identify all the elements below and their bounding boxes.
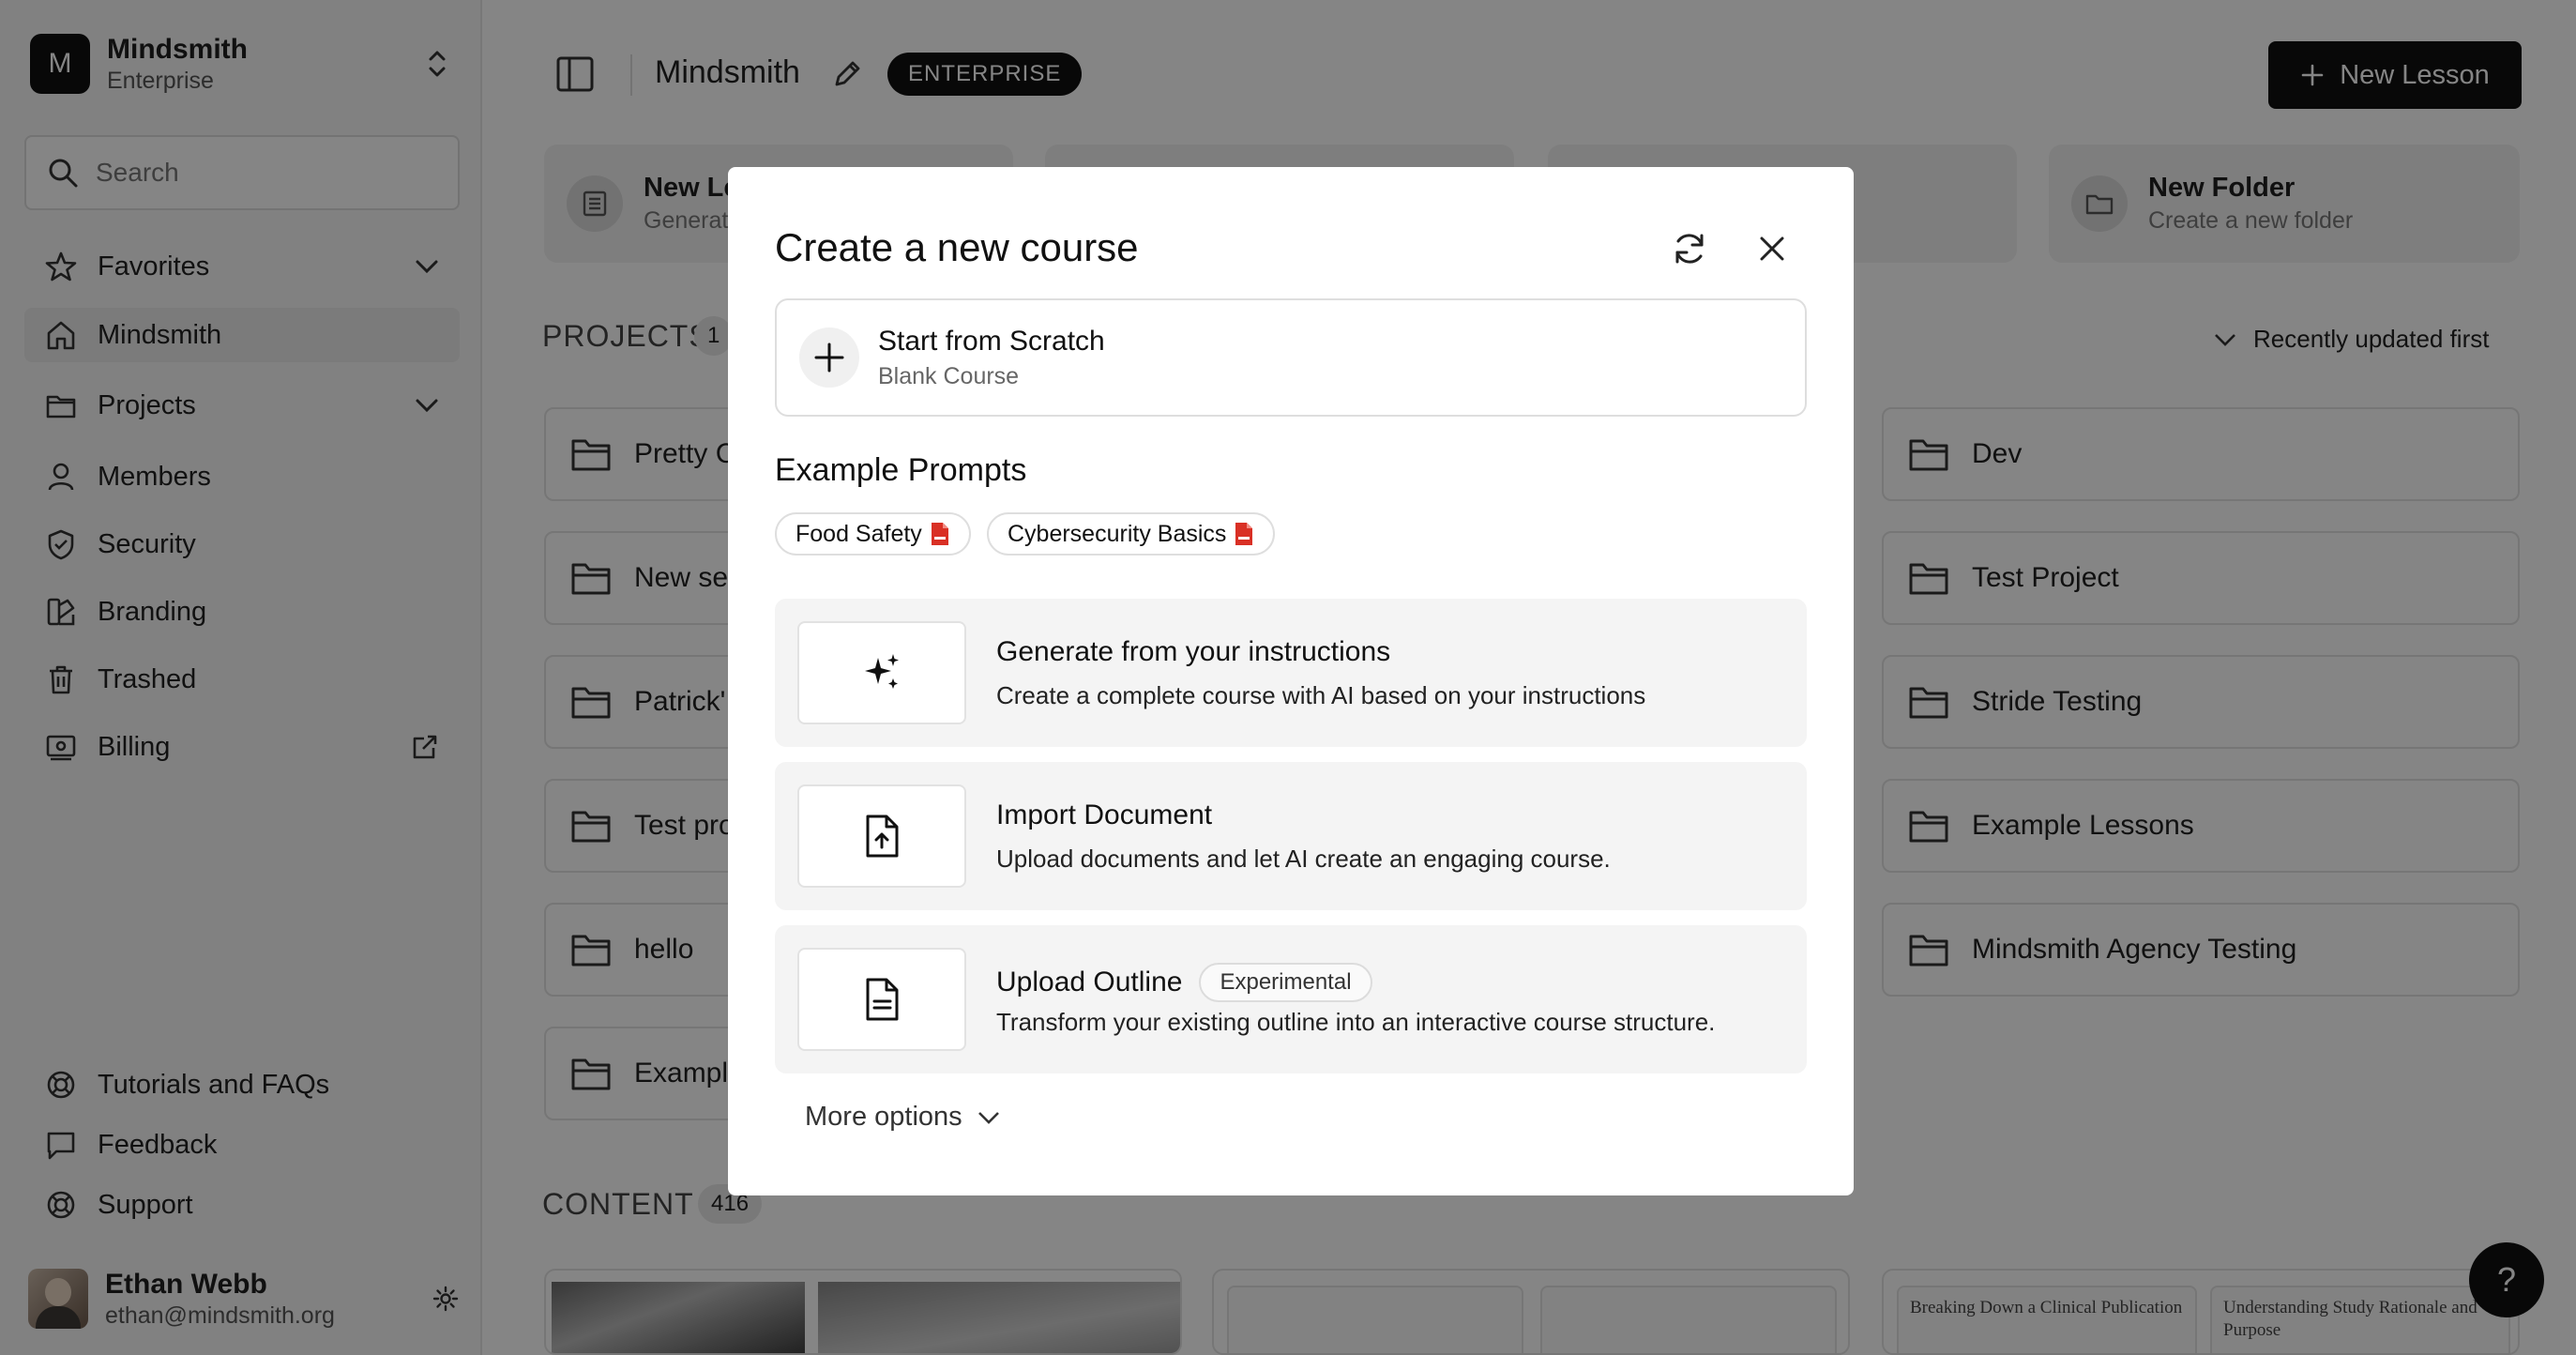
close-button[interactable]	[1750, 227, 1794, 270]
import-document-option[interactable]: Import Document Upload documents and let…	[775, 762, 1807, 910]
refresh-button[interactable]	[1668, 227, 1711, 270]
refresh-icon	[1675, 234, 1704, 264]
sparkles-icon	[865, 654, 899, 689]
option-title: Upload Outline Experimental	[996, 963, 1372, 1002]
scratch-subtitle: Blank Course	[878, 362, 1020, 389]
example-chip-food-safety[interactable]: Food Safety	[775, 512, 971, 556]
chevron-down-icon	[977, 1111, 999, 1124]
generate-from-instructions-option[interactable]: Generate from your instructions Create a…	[775, 599, 1807, 747]
option-title: Import Document	[996, 799, 1213, 830]
start-from-scratch-button[interactable]: Start from Scratch Blank Course	[775, 298, 1807, 417]
dialog-title: Create a new course	[775, 225, 1139, 269]
more-options-toggle[interactable]: More options	[805, 1102, 1000, 1133]
option-title: Generate from your instructions	[996, 636, 1391, 667]
file-upload-icon	[866, 815, 899, 858]
plus-icon	[814, 343, 844, 373]
example-prompts-heading: Example Prompts	[775, 452, 1027, 488]
upload-outline-option[interactable]: Upload Outline Experimental Transform yo…	[775, 925, 1807, 1073]
chip-label: Cybersecurity Basics	[1008, 520, 1227, 547]
create-course-dialog: Create a new course Start from Scratch B…	[728, 167, 1854, 1195]
experimental-badge: Experimental	[1199, 963, 1372, 1002]
option-title-text: Upload Outline	[996, 967, 1183, 997]
scratch-title: Start from Scratch	[878, 325, 1105, 357]
option-description: Create a complete course with AI based o…	[996, 681, 1646, 709]
example-chip-cybersecurity-basics[interactable]: Cybersecurity Basics	[987, 512, 1276, 556]
chip-label: Food Safety	[796, 520, 922, 547]
pdf-icon	[931, 523, 948, 545]
close-icon	[1760, 236, 1784, 261]
file-text-icon	[866, 978, 899, 1021]
option-description: Transform your existing outline into an …	[996, 1008, 1716, 1036]
pdf-icon	[1235, 523, 1253, 545]
option-description: Upload documents and let AI create an en…	[996, 845, 1611, 873]
more-options-label: More options	[805, 1102, 962, 1132]
